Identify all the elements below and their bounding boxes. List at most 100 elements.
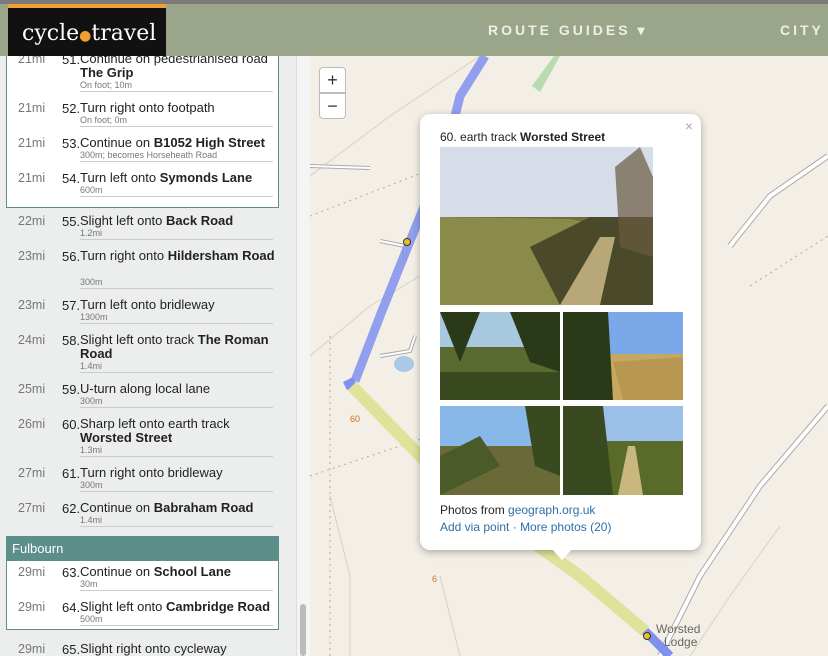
photo-5[interactable] <box>563 406 683 495</box>
logo-text-right: travel <box>91 21 157 46</box>
step-number: 59. <box>62 382 81 397</box>
popup-pointer <box>551 548 573 560</box>
step-detail: 300m <box>80 480 103 490</box>
step-distance: 29mi <box>18 600 46 614</box>
close-icon[interactable]: × <box>685 118 693 134</box>
popup-title-prefix: 60. earth track <box>440 130 521 144</box>
step-text: Turn left onto bridleway <box>80 297 215 312</box>
step-road-name: Worsted Street <box>80 430 173 445</box>
photos-from-label: Photos from <box>440 503 509 517</box>
directions-sidebar: Fulbourn 21mi 51. Continue on pedestrianis… <box>0 56 296 656</box>
step-detail: 500m <box>80 614 103 624</box>
popup-title-street: Worsted Street <box>520 130 606 144</box>
zoom-out-button[interactable]: − <box>319 93 346 119</box>
popup-title: 60. earth track Worsted Street <box>440 130 605 144</box>
step-road-name: School Lane <box>153 564 232 579</box>
step-number: 54. <box>62 171 81 186</box>
step-divider <box>80 526 273 527</box>
step-detail: 300m; becomes Horseheath Road <box>80 150 218 160</box>
step-road-name: Symonds Lane <box>159 170 253 185</box>
step-road-name: The Grip <box>80 65 134 80</box>
step-text: Turn right onto footpath <box>80 100 215 115</box>
route-marker-60: 60 <box>350 414 360 424</box>
step-detail: 300m <box>80 277 103 287</box>
step-number: 60. <box>62 417 81 432</box>
step-road-name: Cambridge Road <box>166 599 271 614</box>
place-label-worsted: Worsted <box>656 622 700 636</box>
actions-separator: · <box>509 520 521 534</box>
more-photos-link[interactable]: More photos (20) <box>520 520 611 534</box>
step-instruction: Continue on School Lane <box>80 565 280 579</box>
logo-text-left: cycle <box>22 21 80 46</box>
step-instruction: Slight right onto cycleway <box>80 642 280 656</box>
nav-city[interactable]: CITY <box>780 22 824 38</box>
step-instruction: Turn right onto footpath <box>80 101 280 115</box>
zoom-in-button[interactable]: + <box>319 67 346 93</box>
step-distance: 24mi <box>18 333 46 347</box>
photo-4[interactable] <box>440 406 560 495</box>
step-distance: 21mi <box>18 56 46 66</box>
step-detail: On foot; 0m <box>80 115 128 125</box>
step-detail: 30m <box>80 579 98 589</box>
step-divider <box>80 407 273 408</box>
step-detail: 1.2mi <box>80 228 103 238</box>
photo-2[interactable] <box>440 312 560 400</box>
photo-popup: 60. earth track Worsted Street × Photos … <box>420 114 701 550</box>
step-divider <box>80 372 273 373</box>
step-text: Slight right onto cycleway <box>80 641 227 656</box>
step-road-name: Hildersham Road <box>167 248 275 263</box>
step-distance: 21mi <box>18 101 46 115</box>
step-detail: On foot; 10m <box>80 80 133 90</box>
step-distance: 23mi <box>18 298 46 312</box>
step-distance: 21mi <box>18 171 46 185</box>
step-divider <box>80 491 273 492</box>
step-number: 64. <box>62 600 81 615</box>
step-number: 53. <box>62 136 81 151</box>
step-divider <box>80 456 273 457</box>
nav-route-guides[interactable]: ROUTE GUIDES ▾ <box>488 22 647 39</box>
step-text: Slight left onto track <box>80 332 198 347</box>
step-divider <box>80 323 273 324</box>
step-divider <box>80 239 273 240</box>
step-number: 58. <box>62 333 81 348</box>
add-via-point-link[interactable]: Add via point <box>440 520 509 534</box>
step-distance: 29mi <box>18 642 46 656</box>
step-number: 61. <box>62 466 81 481</box>
step-road-name: B1052 High Street <box>153 135 265 150</box>
step-distance: 29mi <box>18 565 46 579</box>
step-detail: 1.3mi <box>80 445 103 455</box>
step-number: 65. <box>62 642 81 656</box>
group-header-fulbourn[interactable]: Fulbourn <box>6 536 279 561</box>
step-text: Continue on <box>80 564 154 579</box>
step-divider <box>80 126 273 127</box>
step-number: 57. <box>62 298 81 313</box>
site-logo[interactable]: cycle●travel <box>8 4 166 60</box>
main-photo[interactable] <box>440 147 653 305</box>
step-text: Slight left onto <box>80 599 166 614</box>
step-road-name: Back Road <box>166 213 234 228</box>
geograph-link[interactable]: geograph.org.uk <box>508 503 595 517</box>
step-instruction: Slight left onto track The Roman Road <box>80 333 280 361</box>
step-number: 63. <box>62 565 81 580</box>
step-divider <box>80 625 273 626</box>
step-text: Continue on <box>80 500 154 515</box>
step-divider <box>80 288 273 289</box>
step-distance: 23mi <box>18 249 46 263</box>
step-number: 52. <box>62 101 81 116</box>
step-distance: 22mi <box>18 214 46 228</box>
sidebar-scrollbar[interactable] <box>296 56 310 656</box>
step-divider <box>80 196 273 197</box>
step-distance: 26mi <box>18 417 46 431</box>
popup-actions: Add via point · More photos (20) <box>440 520 611 534</box>
step-divider <box>80 91 273 92</box>
step-detail: 600m <box>80 185 103 195</box>
step-instruction: Continue on B1052 High Street <box>80 136 280 150</box>
photo-3[interactable] <box>563 312 683 400</box>
step-detail: 1300m <box>80 312 108 322</box>
sidebar-scroll-thumb[interactable] <box>300 604 306 656</box>
step-distance: 27mi <box>18 501 46 515</box>
step-text: Continue on <box>80 135 154 150</box>
step-detail: 1.4mi <box>80 361 103 371</box>
step-instruction: U-turn along local lane <box>80 382 280 396</box>
step-instruction: Turn right onto bridleway <box>80 466 280 480</box>
